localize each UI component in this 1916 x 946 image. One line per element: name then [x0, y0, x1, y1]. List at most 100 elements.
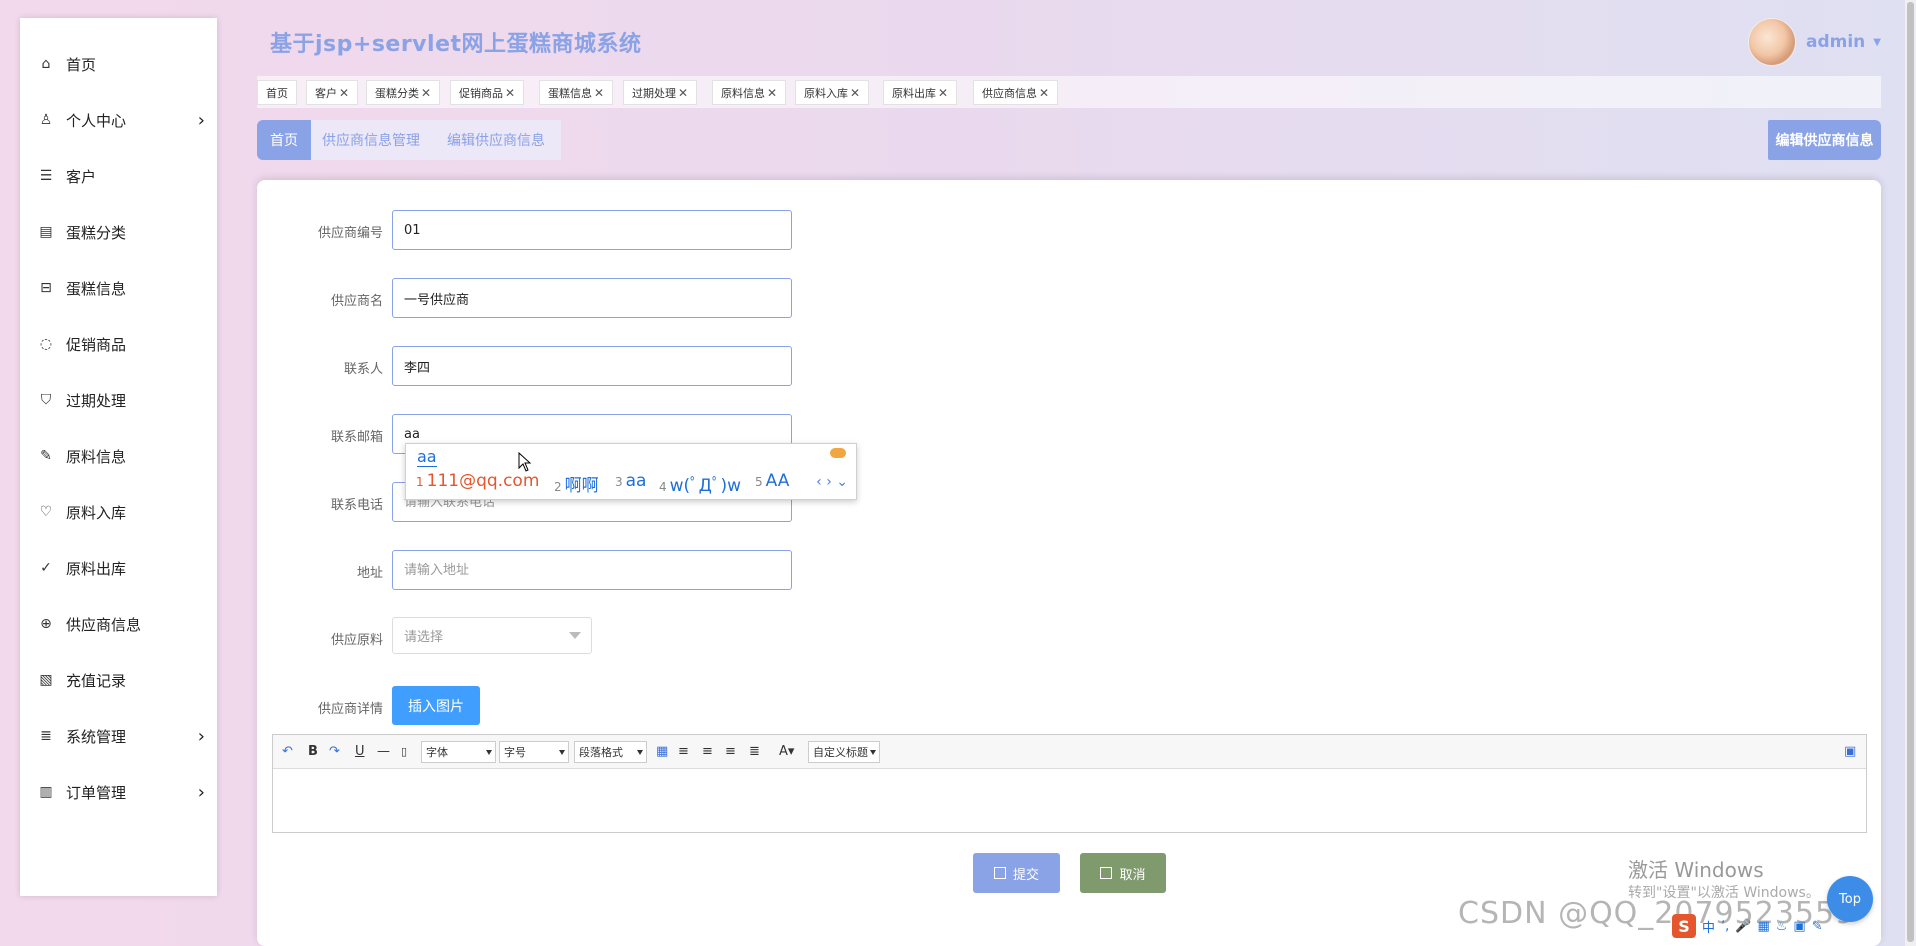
chevron-down-icon[interactable]: ▼: [1873, 37, 1881, 48]
close-icon[interactable]: ✕: [421, 86, 431, 100]
ime-candidate-text: 111@qq.com: [426, 471, 540, 491]
tab-label: 原料信息: [721, 86, 765, 100]
address-input[interactable]: [392, 550, 792, 590]
settings-list-icon: ≣: [40, 728, 52, 744]
sidebar-item[interactable]: ✓ 原料出库: [20, 548, 217, 588]
sidebar-item[interactable]: ✎ 原料信息: [20, 436, 217, 476]
mouse-cursor-icon: [518, 452, 532, 472]
custom-title-select[interactable]: 自定义标题: [808, 741, 880, 763]
sidebar-item-label: 个人中心: [66, 111, 127, 130]
sidebar-item[interactable]: ⛉ 过期处理: [20, 380, 217, 420]
mic-icon[interactable]: 🎤: [1735, 919, 1751, 934]
close-icon[interactable]: ✕: [594, 86, 604, 100]
font-select[interactable]: 字体: [421, 741, 496, 763]
cancel-button[interactable]: 取消: [1080, 853, 1166, 893]
close-icon[interactable]: ✕: [850, 86, 860, 100]
user-menu[interactable]: admin ▼: [1748, 18, 1881, 66]
document-icon[interactable]: ▯: [401, 743, 407, 759]
scrollbar-thumb[interactable]: [1907, 2, 1914, 942]
skin-icon[interactable]: ♨: [1776, 919, 1788, 934]
redo-icon[interactable]: ↷: [329, 743, 340, 759]
breadcrumb-item-supplier-management[interactable]: 供应商信息管理: [322, 120, 420, 160]
align-left-icon[interactable]: ≡: [678, 743, 689, 759]
underline-icon[interactable]: U: [355, 743, 365, 759]
sidebar-item[interactable]: ⊟ 蛋糕信息: [20, 268, 217, 308]
align-justify-icon[interactable]: ≣: [749, 743, 760, 759]
close-icon[interactable]: ✕: [678, 86, 688, 100]
rich-text-editor[interactable]: ↶ B ↷ U — ▯ 字体 字号 段落格式 ▦ ≡ ≡ ≡ ≣ A▾ 自定义标…: [272, 734, 1867, 833]
close-icon[interactable]: ✕: [1039, 86, 1049, 100]
tab[interactable]: 原料信息 ✕: [712, 80, 787, 105]
ime-candidate-2[interactable]: 2 啊啊: [554, 471, 599, 496]
page-scrollbar[interactable]: [1905, 0, 1916, 946]
ime-page-nav[interactable]: ‹ › ⌄: [816, 474, 848, 490]
info-icon: ⊟: [40, 280, 52, 296]
tab[interactable]: 供应商信息 ✕: [973, 80, 1059, 105]
cancel-label: 取消: [1119, 867, 1146, 883]
supplier-no-input[interactable]: [392, 210, 792, 250]
sidebar-item[interactable]: ▤ 蛋糕分类: [20, 212, 217, 252]
ime-candidate-4[interactable]: 4 w(ﾟДﾟ)w: [659, 471, 741, 496]
ime-candidate-5[interactable]: 5 AA: [755, 471, 789, 491]
font-color-icon[interactable]: A▾: [779, 743, 794, 759]
sogou-icon[interactable]: S: [1672, 914, 1696, 938]
sidebar-item[interactable]: ◌ 促销商品: [20, 324, 217, 364]
tab[interactable]: 促销商品 ✕: [450, 80, 525, 105]
tools-icon[interactable]: ✎: [1812, 919, 1823, 934]
tab[interactable]: 原料入库 ✕: [795, 80, 870, 105]
tab[interactable]: 首页: [257, 80, 297, 105]
sidebar-item-label: 蛋糕分类: [66, 223, 127, 242]
username[interactable]: admin: [1806, 32, 1865, 52]
ime-candidate-1[interactable]: 1 111@qq.com: [416, 471, 539, 491]
supplier-no-label: 供应商编号: [317, 226, 383, 241]
breadcrumb-home[interactable]: 首页: [257, 120, 311, 160]
chinese-mode-icon[interactable]: 中: [1702, 917, 1715, 936]
table-icon[interactable]: ▦: [656, 743, 668, 759]
paragraph-select[interactable]: 段落格式: [574, 741, 647, 763]
editor-toolbar: ↶ B ↷ U — ▯ 字体 字号 段落格式 ▦ ≡ ≡ ≡ ≣ A▾ 自定义标…: [273, 735, 1866, 769]
materials-select[interactable]: 请选择: [392, 617, 592, 654]
submit-button[interactable]: 提交: [973, 853, 1060, 893]
horizontal-rule-icon[interactable]: —: [377, 743, 390, 759]
close-icon[interactable]: ✕: [339, 86, 349, 100]
chevron-right-icon: ›: [197, 109, 205, 131]
bold-icon[interactable]: B: [308, 743, 318, 759]
supplier-name-input[interactable]: [392, 278, 792, 318]
tab[interactable]: 蛋糕分类 ✕: [366, 80, 441, 105]
punctuation-icon[interactable]: ʼ,: [1721, 919, 1729, 934]
font-size-select[interactable]: 字号: [499, 741, 569, 763]
ime-candidate-text: w(ﾟДﾟ)w: [669, 476, 741, 496]
sidebar-item[interactable]: ≣ 系统管理 ›: [20, 716, 217, 756]
sidebar-item[interactable]: ▥ 订单管理 ›: [20, 772, 217, 812]
caret-down-icon: [637, 750, 643, 755]
caret-down-icon: [569, 632, 581, 639]
sidebar-item[interactable]: ☰ 客户: [20, 156, 217, 196]
tab[interactable]: 过期处理 ✕: [623, 80, 698, 105]
tab[interactable]: 原料出库 ✕: [883, 80, 958, 105]
align-center-icon[interactable]: ≡: [725, 743, 736, 759]
keyboard-icon[interactable]: ▦: [1757, 919, 1769, 934]
supplier-name-label: 供应商名: [330, 294, 383, 309]
windows-activation-title: 激活 Windows: [1628, 858, 1764, 882]
sidebar-item[interactable]: ▧ 充值记录: [20, 660, 217, 700]
sidebar-item[interactable]: ⌂ 首页: [20, 44, 217, 84]
close-icon[interactable]: ✕: [767, 86, 777, 100]
contact-input[interactable]: [392, 346, 792, 386]
caret-down-icon: [486, 750, 492, 755]
close-icon[interactable]: ✕: [938, 86, 948, 100]
sidebar-item[interactable]: ♙ 个人中心 ›: [20, 100, 217, 140]
sidebar-item[interactable]: ♡ 原料入库: [20, 492, 217, 532]
fullscreen-icon[interactable]: ▣: [1844, 743, 1856, 759]
insert-image-button[interactable]: 插入图片: [392, 686, 480, 725]
align-right-icon[interactable]: ≡: [702, 743, 713, 759]
apps-icon[interactable]: ▣: [1793, 919, 1805, 934]
sidebar-item-label: 订单管理: [66, 783, 127, 802]
close-icon[interactable]: ✕: [505, 86, 515, 100]
tab[interactable]: 客户 ✕: [306, 80, 359, 105]
sidebar-item[interactable]: ⊕ 供应商信息: [20, 604, 217, 644]
ime-candidate-3[interactable]: 3 aa: [615, 471, 646, 491]
tab[interactable]: 蛋糕信息 ✕: [539, 80, 614, 105]
ime-candidate-text: AA: [765, 471, 790, 491]
undo-icon[interactable]: ↶: [282, 743, 293, 759]
avatar[interactable]: [1748, 18, 1796, 66]
